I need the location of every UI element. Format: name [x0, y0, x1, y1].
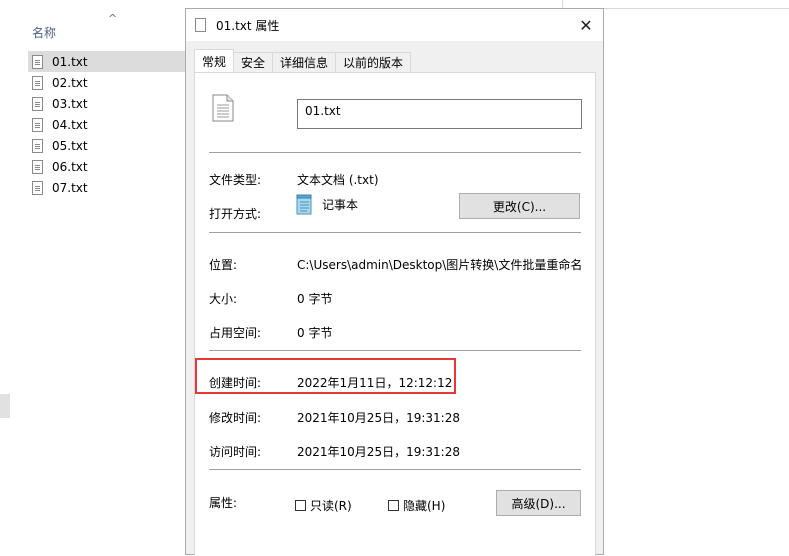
properties-dialog: 01.txt 属性 ✕ 常规 安全 详细信息 以前的版本 01.txt 文件类型…: [185, 8, 604, 556]
file-name: 04.txt: [52, 117, 88, 132]
tab-general[interactable]: 常规: [194, 49, 235, 72]
modified-value: 2021年10月25日，19:31:28: [297, 411, 460, 425]
file-type-value: 文本文档 (.txt): [297, 173, 379, 187]
dialog-title-bar[interactable]: 01.txt 属性 ✕: [186, 9, 603, 41]
nav-selected-item[interactable]: [0, 394, 10, 418]
file-name: 01.txt: [52, 54, 88, 69]
text-file-icon: [195, 18, 206, 32]
location-label: 位置:: [209, 258, 238, 272]
advanced-button[interactable]: 高级(D)...: [496, 490, 581, 516]
file-name: 02.txt: [52, 75, 88, 90]
size-value: 0 字节: [297, 292, 333, 306]
tab-strip: 常规 安全 详细信息 以前的版本: [194, 49, 412, 72]
text-file-icon: [32, 138, 43, 153]
notepad-icon: [296, 194, 312, 215]
navigation-pane-edge: [0, 0, 14, 555]
file-list-item[interactable]: 03.txt: [28, 93, 188, 114]
accessed-value: 2021年10月25日，19:31:28: [297, 445, 460, 459]
file-list-item[interactable]: 02.txt: [28, 72, 188, 93]
divider: [209, 232, 581, 233]
location-value: C:\Users\admin\Desktop\图片转换\文件批量重命名: [297, 258, 583, 272]
file-list-item[interactable]: 01.txt: [28, 51, 188, 72]
tab-details[interactable]: 详细信息: [272, 52, 337, 72]
readonly-checkbox-group[interactable]: 只读(R): [295, 497, 352, 514]
change-button[interactable]: 更改(C)...: [459, 193, 580, 219]
close-button[interactable]: ✕: [569, 9, 603, 41]
file-name: 06.txt: [52, 159, 88, 174]
file-name: 07.txt: [52, 180, 88, 195]
divider: [209, 350, 581, 351]
text-file-icon: [32, 75, 43, 90]
hidden-label: 隐藏(H): [403, 499, 446, 513]
size-on-disk-value: 0 字节: [297, 326, 333, 340]
file-name: 03.txt: [52, 96, 88, 111]
file-list-item[interactable]: 06.txt: [28, 156, 188, 177]
toolbar-divider: [562, 0, 563, 8]
file-name: 05.txt: [52, 138, 88, 153]
readonly-checkbox[interactable]: [295, 500, 306, 511]
open-with-label: 打开方式:: [209, 207, 262, 221]
tab-security[interactable]: 安全: [233, 52, 274, 72]
file-list-item[interactable]: 07.txt: [28, 177, 188, 198]
text-file-icon: [32, 96, 43, 111]
tab-previous-versions[interactable]: 以前的版本: [335, 52, 412, 72]
size-label: 大小:: [209, 292, 238, 306]
file-list-item[interactable]: 04.txt: [28, 114, 188, 135]
divider: [209, 469, 581, 470]
dialog-title: 01.txt 属性: [216, 19, 280, 33]
file-type-label: 文件类型:: [209, 173, 262, 187]
text-file-icon: [32, 54, 43, 69]
divider: [209, 152, 581, 153]
text-file-icon: [32, 159, 43, 174]
hidden-checkbox[interactable]: [388, 500, 399, 511]
file-list: 01.txt 02.txt 03.txt 04.txt 05.txt 06.tx…: [28, 51, 188, 198]
modified-label: 修改时间:: [209, 411, 262, 425]
readonly-label: 只读(R): [310, 499, 352, 513]
text-file-icon: [32, 180, 43, 195]
size-on-disk-label: 占用空间:: [209, 326, 262, 340]
general-tab-panel: 01.txt 文件类型: 文本文档 (.txt) 打开方式: 记事本 更改(C)…: [194, 72, 596, 556]
hidden-checkbox-group[interactable]: 隐藏(H): [388, 497, 445, 514]
created-label: 创建时间:: [209, 376, 262, 390]
sort-ascending-icon: ^: [108, 12, 118, 25]
document-icon: [212, 94, 234, 122]
text-file-icon: [32, 117, 43, 132]
accessed-label: 访问时间:: [209, 445, 262, 459]
file-name-field[interactable]: 01.txt: [297, 99, 582, 129]
file-list-item[interactable]: 05.txt: [28, 135, 188, 156]
attributes-label: 属性:: [209, 496, 238, 510]
open-with-value: 记事本: [322, 198, 359, 212]
column-header-name[interactable]: 名称: [32, 24, 56, 41]
created-value: 2022年1月11日，12:12:12: [297, 376, 453, 390]
